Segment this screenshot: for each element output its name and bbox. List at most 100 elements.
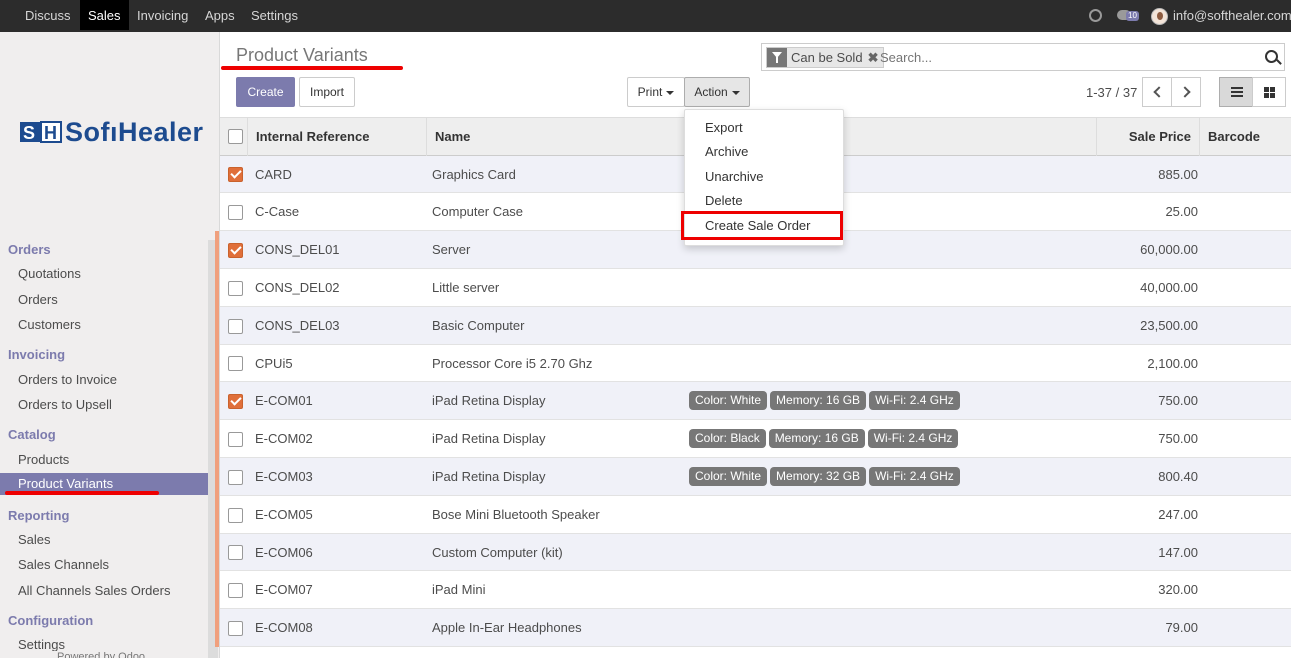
menu-item-delete[interactable]: Delete — [705, 193, 743, 208]
search-input[interactable] — [880, 48, 1250, 66]
search-bar[interactable]: Can be Sold ✖ — [761, 43, 1285, 71]
caret-down-icon — [731, 90, 740, 95]
cell-internal-reference: CONS_DEL02 — [255, 280, 340, 295]
import-button[interactable]: Import — [299, 77, 355, 107]
sidebar-item-settings[interactable]: Settings — [18, 637, 65, 651]
menu-item-archive[interactable]: Archive — [705, 144, 748, 159]
attribute-tag: Wi-Fi: 2.4 GHz — [869, 467, 960, 486]
action-label: Action — [694, 85, 728, 99]
sidebar-item-all-channels-sales-orders[interactable]: All Channels Sales Orders — [18, 583, 170, 598]
pager-next-button[interactable] — [1171, 77, 1201, 107]
attribute-tag: Color: White — [689, 391, 768, 410]
cell-barcode — [1199, 156, 1291, 192]
print-label: Print — [637, 85, 663, 99]
table-row[interactable]: CPUi5 Processor Core i5 2.70 Ghz 2,100.00 — [220, 345, 1291, 382]
menu-settings[interactable]: Settings — [243, 0, 306, 30]
cell-sale-price: 60,000.00 — [1140, 242, 1198, 257]
remove-facet-icon[interactable]: ✖ — [868, 48, 879, 67]
menu-discuss[interactable]: Discuss — [17, 0, 79, 30]
cell-sale-price: 885.00 — [1158, 166, 1198, 182]
sidebar-item-quotations[interactable]: Quotations — [18, 266, 81, 281]
table-row[interactable]: CONS_DEL02 Little server 40,000.00 — [220, 269, 1291, 307]
cell-barcode — [1199, 345, 1291, 381]
section-invoicing: Invoicing — [8, 347, 66, 362]
cell-attribute-tags: Color: White Memory: 16 GB Wi-Fi: 2.4 GHz — [689, 382, 963, 419]
table-row[interactable]: E-COM03 iPad Retina Display Color: White Me… — [220, 458, 1291, 496]
annotation-underline — [5, 491, 159, 495]
list-icon — [1231, 87, 1243, 97]
select-all-checkbox[interactable] — [228, 129, 243, 144]
cell-internal-reference: E-COM08 — [255, 620, 313, 635]
attribute-tag: Wi-Fi: 2.4 GHz — [867, 429, 959, 448]
sidebar-item-orders-to-upsell[interactable]: Orders to Upsell — [18, 397, 112, 412]
table-row[interactable]: E-COM07 iPad Mini 320.00 — [220, 571, 1291, 609]
sidebar-item-products[interactable]: Products — [18, 452, 69, 467]
table-row[interactable]: E-COM08 Apple In-Ear Headphones 79.00 — [220, 609, 1291, 647]
clock-icon[interactable] — [1089, 9, 1102, 22]
row-checkbox[interactable] — [228, 319, 243, 334]
sidebar-item-orders[interactable]: Orders — [18, 292, 58, 307]
menu-sales[interactable]: Sales — [80, 0, 129, 30]
menu-item-unarchive[interactable]: Unarchive — [705, 169, 764, 184]
svg-text:S: S — [23, 123, 35, 143]
cell-internal-reference: CONS_DEL01 — [255, 242, 340, 257]
row-checkbox[interactable] — [228, 470, 243, 485]
search-icon[interactable] — [1265, 50, 1278, 63]
create-button[interactable]: Create — [236, 77, 295, 107]
pager-value[interactable]: 1-37 / 37 — [1086, 85, 1137, 100]
table-row[interactable]: E-COM02 iPad Retina Display Color: Black Me… — [220, 420, 1291, 458]
column-barcode[interactable]: Barcode — [1199, 118, 1291, 156]
table-row[interactable]: E-COM01 iPad Retina Display Color: White Me… — [220, 382, 1291, 420]
row-checkbox[interactable] — [228, 621, 243, 636]
row-checkbox[interactable] — [228, 508, 243, 523]
cell-attribute-tags: Color: White Memory: 32 GB Wi-Fi: 2.4 GHz — [689, 458, 963, 495]
menu-invoicing[interactable]: Invoicing — [129, 0, 196, 30]
filter-facet-label: Can be Sold — [791, 50, 863, 65]
powered-by[interactable]: Powered by Odoo — [57, 651, 145, 658]
row-checkbox[interactable] — [228, 281, 243, 296]
menu-apps[interactable]: Apps — [197, 0, 243, 30]
sidebar-item-sales-channels[interactable]: Sales Channels — [18, 557, 109, 572]
logo-mark-icon: S H — [20, 121, 62, 143]
column-internal-reference[interactable]: Internal Reference — [247, 118, 427, 156]
column-sale-price[interactable]: Sale Price — [1096, 118, 1199, 156]
cell-name: iPad Mini — [432, 582, 486, 597]
cell-sale-price: 40,000.00 — [1140, 280, 1198, 295]
sidebar-item-orders-to-invoice[interactable]: Orders to Invoice — [18, 372, 117, 387]
table-row[interactable]: CONS_DEL03 Basic Computer 23,500.00 — [220, 307, 1291, 345]
menu-item-export[interactable]: Export — [705, 120, 743, 135]
print-button[interactable]: Print — [627, 77, 685, 107]
row-checkbox[interactable] — [228, 432, 243, 447]
row-checkbox[interactable] — [228, 205, 243, 220]
table-row[interactable]: E-COM05 Bose Mini Bluetooth Speaker 247.00 — [220, 496, 1291, 534]
cell-internal-reference: E-COM01 — [255, 393, 313, 408]
cell-barcode — [1199, 571, 1291, 608]
user-email[interactable]: info@softhealer.com — [1173, 0, 1291, 32]
user-avatar[interactable] — [1151, 8, 1168, 25]
cell-sale-price: 320.00 — [1158, 582, 1198, 597]
sidebar-item-customers[interactable]: Customers — [18, 317, 81, 332]
action-button[interactable]: Action — [684, 77, 750, 107]
cell-name: Little server — [432, 280, 500, 295]
row-checkbox[interactable] — [228, 167, 243, 182]
cell-sale-price: 25.00 — [1165, 204, 1198, 219]
list-view-button[interactable] — [1219, 77, 1253, 107]
table-row[interactable]: E-COM06 Custom Computer (kit) 147.00 — [220, 534, 1291, 571]
cell-sale-price: 800.40 — [1158, 469, 1198, 484]
pager-previous-button[interactable] — [1142, 77, 1172, 107]
row-checkbox[interactable] — [228, 394, 243, 409]
cell-sale-price: 147.00 — [1158, 544, 1198, 560]
sidebar-item-sales[interactable]: Sales — [18, 532, 51, 547]
row-checkbox[interactable] — [228, 356, 243, 371]
cell-sale-price: 750.00 — [1158, 393, 1198, 408]
filter-facet[interactable]: Can be Sold ✖ — [766, 47, 884, 68]
row-checkbox[interactable] — [228, 583, 243, 598]
row-checkbox[interactable] — [228, 545, 243, 560]
section-catalog: Catalog — [8, 427, 56, 442]
svg-text:H: H — [44, 123, 57, 143]
kanban-view-button[interactable] — [1252, 77, 1286, 107]
chevron-left-icon — [1153, 86, 1165, 98]
row-checkbox[interactable] — [228, 243, 243, 258]
caret-down-icon — [666, 90, 675, 95]
cell-barcode — [1199, 458, 1291, 495]
